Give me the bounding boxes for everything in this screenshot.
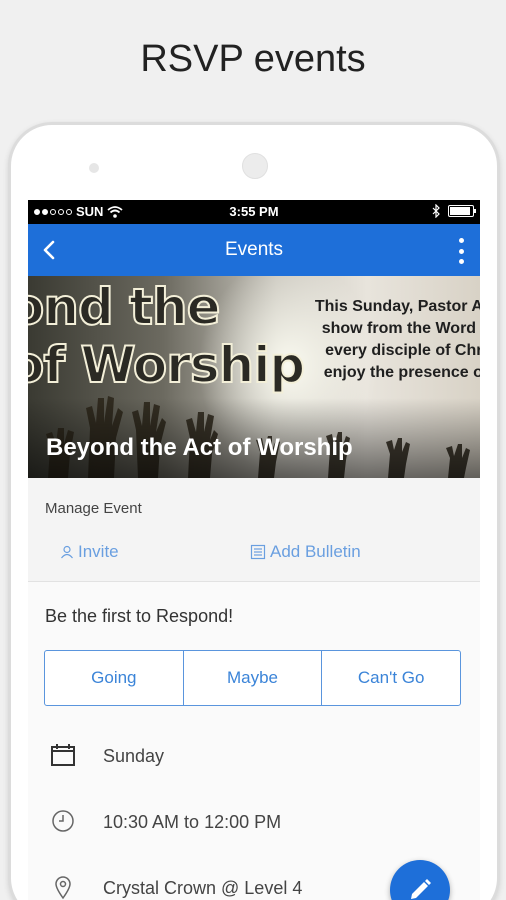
cant-go-button[interactable]: Can't Go	[322, 651, 460, 705]
location-pin-icon	[55, 876, 71, 900]
status-time: 3:55 PM	[229, 204, 279, 219]
clock-icon	[52, 810, 74, 832]
event-time-row: 10:30 AM to 12:00 PM	[28, 804, 480, 844]
app-bar: Events	[28, 224, 480, 276]
list-icon	[250, 544, 266, 560]
app-bar-title: Events	[224, 239, 284, 260]
phone-screen: SUN 3:55 PM Events ond the of Worship Th…	[28, 200, 480, 900]
event-banner: ond the of Worship This Sunday, Pastor A…	[28, 276, 480, 478]
add-bulletin-label: Add Bulletin	[270, 542, 361, 561]
event-location: Crystal Crown @ Level 4	[103, 878, 303, 898]
going-button[interactable]: Going	[45, 651, 184, 705]
event-title: Beyond the Act of Worship	[46, 434, 353, 461]
battery-icon	[448, 205, 476, 217]
add-bulletin-button[interactable]: Add Bulletin	[250, 542, 361, 562]
status-bar: SUN 3:55 PM	[28, 200, 480, 224]
event-time: 10:30 AM to 12:00 PM	[103, 812, 282, 832]
person-icon	[61, 545, 73, 559]
bluetooth-icon	[432, 204, 440, 218]
pencil-icon	[411, 879, 431, 899]
edit-fab-button[interactable]	[390, 860, 450, 900]
banner-art-text-line: every disciple of Chri	[325, 342, 480, 359]
banner-art-line-1: ond the	[28, 277, 222, 337]
banner-art-text-line: show from the Word o	[321, 320, 480, 337]
maybe-button[interactable]: Maybe	[184, 651, 323, 705]
invite-label: Invite	[78, 542, 119, 561]
page-headline: RSVP events	[140, 38, 366, 80]
more-vertical-icon[interactable]	[456, 238, 466, 264]
event-day-row: Sunday	[28, 738, 480, 778]
manage-event-section: Manage Event Invite Add Bulletin	[28, 478, 480, 582]
phone-speaker	[242, 153, 268, 179]
banner-art-text-line: This Sunday, Pastor Alb	[314, 298, 480, 315]
event-day: Sunday	[103, 746, 165, 766]
manage-event-label: Manage Event	[45, 500, 142, 517]
rsvp-button-group: Going Maybe Can't Go	[44, 650, 461, 706]
invite-button[interactable]: Invite	[60, 542, 119, 562]
calendar-icon	[51, 744, 75, 766]
respond-prompt: Be the first to Respond!	[45, 606, 234, 626]
phone-camera	[89, 163, 99, 173]
